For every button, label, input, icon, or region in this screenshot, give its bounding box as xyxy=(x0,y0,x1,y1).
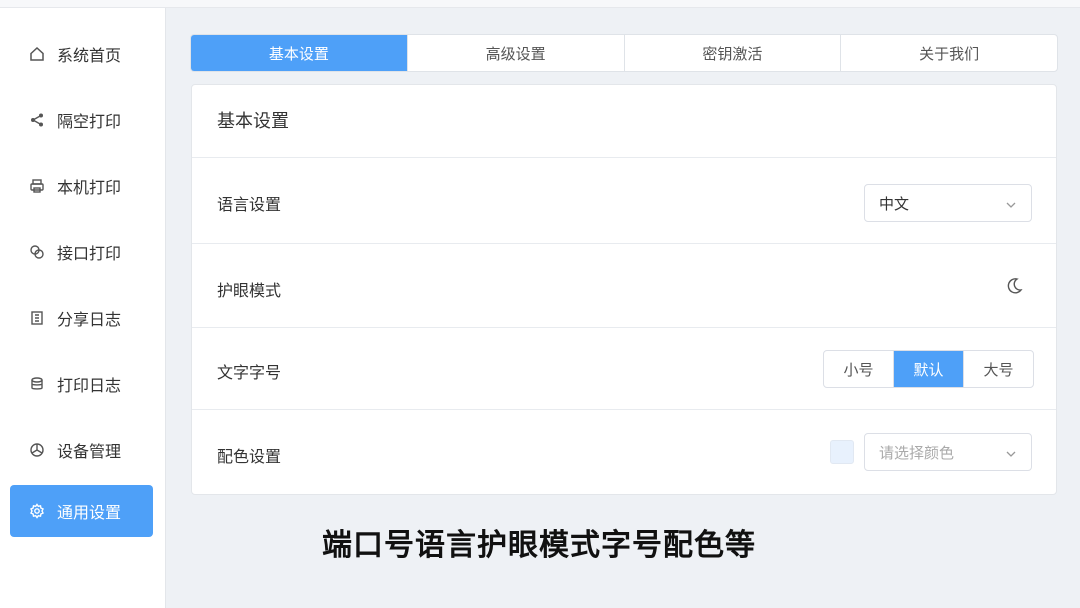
moon-icon[interactable] xyxy=(1004,276,1024,296)
tab-key-activation[interactable]: 密钥激活 xyxy=(625,35,842,71)
sidebar-item-label: 分享日志 xyxy=(57,310,122,329)
document-icon xyxy=(28,309,46,327)
font-size-default-button[interactable]: 默认 xyxy=(894,351,964,387)
link-icon xyxy=(28,243,46,261)
sidebar-item-label: 系统首页 xyxy=(57,46,122,65)
sidebar-item-label: 隔空打印 xyxy=(57,112,122,131)
gear-icon xyxy=(28,502,46,520)
video-caption: 端口号语言护眼模式字号配色等 xyxy=(322,528,756,563)
color-select[interactable]: 请选择颜色 xyxy=(864,433,1032,471)
tab-about-us[interactable]: 关于我们 xyxy=(841,35,1057,71)
font-size-small-button[interactable]: 小号 xyxy=(824,351,894,387)
printer-icon xyxy=(28,177,46,195)
chevron-down-icon xyxy=(1005,197,1017,209)
color-select-placeholder: 请选择颜色 xyxy=(879,443,955,462)
eye-mode-label: 护眼模式 xyxy=(217,281,282,300)
sidebar-item-general-settings[interactable]: 通用设置 xyxy=(10,485,153,537)
sidebar-item-label: 打印日志 xyxy=(57,376,122,395)
language-select[interactable]: 中文 xyxy=(864,184,1032,222)
font-size-row: 文字字号 小号 默认 大号 xyxy=(192,327,1056,409)
dashboard-icon xyxy=(28,441,46,459)
sidebar-item-label: 设备管理 xyxy=(57,442,122,461)
language-setting-row: 语言设置 中文 xyxy=(192,157,1056,243)
language-select-value: 中文 xyxy=(879,194,910,213)
color-label: 配色设置 xyxy=(217,447,282,466)
font-size-large-button[interactable]: 大号 xyxy=(964,351,1033,387)
color-setting-row: 配色设置 请选择颜色 xyxy=(192,409,1056,495)
sidebar: 系统首页 隔空打印 本机打印 接口打印 分享日志 打印日志 设备管理 通用设置 xyxy=(0,8,166,608)
settings-tabs: 基本设置 高级设置 密钥激活 关于我们 xyxy=(190,34,1058,72)
sidebar-item-api-print[interactable]: 接口打印 xyxy=(10,226,153,278)
sidebar-item-label: 通用设置 xyxy=(57,503,122,522)
color-swatch[interactable] xyxy=(830,440,854,464)
chevron-down-icon xyxy=(1005,446,1017,458)
font-size-segmented-control: 小号 默认 大号 xyxy=(823,350,1034,388)
sidebar-item-local-print[interactable]: 本机打印 xyxy=(10,160,153,212)
sidebar-item-airprint[interactable]: 隔空打印 xyxy=(10,94,153,146)
sidebar-item-device-management[interactable]: 设备管理 xyxy=(10,424,153,476)
font-size-label: 文字字号 xyxy=(217,363,282,382)
sidebar-item-share-log[interactable]: 分享日志 xyxy=(10,292,153,344)
eye-mode-row: 护眼模式 xyxy=(192,243,1056,327)
share-icon xyxy=(28,111,46,129)
panel-title: 基本设置 xyxy=(217,111,289,132)
tab-advanced-settings[interactable]: 高级设置 xyxy=(408,35,625,71)
home-icon xyxy=(28,45,46,63)
database-icon xyxy=(28,375,46,393)
window-top-strip xyxy=(0,0,1080,8)
sidebar-item-label: 接口打印 xyxy=(57,244,122,263)
sidebar-item-print-log[interactable]: 打印日志 xyxy=(10,358,153,410)
tab-basic-settings[interactable]: 基本设置 xyxy=(191,35,408,71)
sidebar-item-label: 本机打印 xyxy=(57,178,122,197)
basic-settings-panel: 基本设置 语言设置 中文 护眼模式 文字字号 小号 默认 大号 配色设置 请选择… xyxy=(191,84,1057,495)
sidebar-item-home[interactable]: 系统首页 xyxy=(10,28,153,80)
language-label: 语言设置 xyxy=(217,195,282,214)
